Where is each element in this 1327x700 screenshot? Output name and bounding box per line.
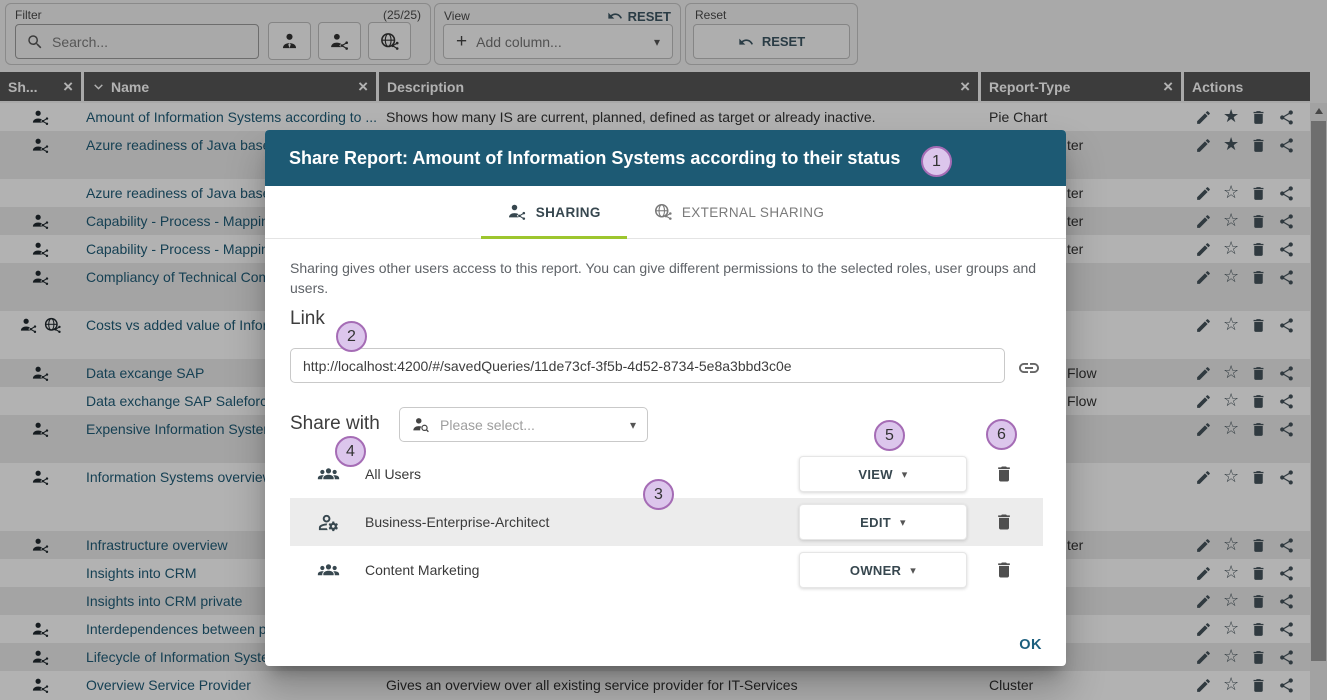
share-entry-row: Content Marketing OWNER▾ xyxy=(290,546,1043,594)
annotation-badge-5: 5 xyxy=(874,420,905,451)
share-report-dialog: Share Report: Amount of Information Syst… xyxy=(265,130,1066,666)
ok-button[interactable]: OK xyxy=(1019,637,1042,653)
chevron-down-icon: ▾ xyxy=(900,516,906,529)
dialog-tabs: SHARING EXTERNAL SHARING xyxy=(265,186,1066,239)
chevron-down-icon: ▾ xyxy=(910,564,916,577)
remove-share-button[interactable] xyxy=(994,463,1014,485)
permission-dropdown[interactable]: VIEW▾ xyxy=(799,456,967,492)
annotation-badge-3: 3 xyxy=(643,479,674,510)
chevron-down-icon: ▾ xyxy=(902,468,908,481)
tab-external-sharing-label: EXTERNAL SHARING xyxy=(682,205,824,220)
share-with-placeholder: Please select... xyxy=(440,417,535,433)
group-icon xyxy=(317,463,340,486)
annotation-badge-1: 1 xyxy=(921,146,952,177)
remove-share-button[interactable] xyxy=(994,511,1014,533)
dialog-title: Share Report: Amount of Information Syst… xyxy=(289,148,900,169)
globe-share-icon xyxy=(653,202,673,222)
annotation-badge-2: 2 xyxy=(336,321,367,352)
link-section-label: Link xyxy=(290,308,325,330)
share-entry-name: All Users xyxy=(365,450,421,498)
share-permission-list: All Users VIEW▾ Business-Enterprise-Archit… xyxy=(290,450,1043,594)
screen: Filter (25/25) View RES xyxy=(0,0,1327,700)
share-with-select[interactable]: Please select... ▾ xyxy=(399,407,648,442)
permission-dropdown[interactable]: EDIT▾ xyxy=(799,504,967,540)
group-icon xyxy=(317,559,340,582)
share-with-label: Share with xyxy=(290,413,380,435)
person-share-icon xyxy=(507,202,527,222)
tab-sharing-label: SHARING xyxy=(536,205,601,220)
chevron-down-icon: ▾ xyxy=(630,418,636,432)
share-entry-name: Business-Enterprise-Architect xyxy=(365,498,549,546)
remove-share-button[interactable] xyxy=(994,559,1014,581)
copy-link-icon[interactable] xyxy=(1017,356,1041,380)
permission-dropdown[interactable]: OWNER▾ xyxy=(799,552,967,588)
annotation-badge-4: 4 xyxy=(335,436,366,467)
tab-external-sharing[interactable]: EXTERNAL SHARING xyxy=(627,186,850,238)
annotation-badge-6: 6 xyxy=(986,419,1017,450)
person-gear-icon xyxy=(317,511,340,534)
share-link-input[interactable] xyxy=(290,348,1005,383)
person-search-icon xyxy=(411,415,431,435)
tab-sharing[interactable]: SHARING xyxy=(481,186,627,238)
share-entry-name: Content Marketing xyxy=(365,546,479,594)
sharing-description: Sharing gives other users access to this… xyxy=(290,258,1042,298)
